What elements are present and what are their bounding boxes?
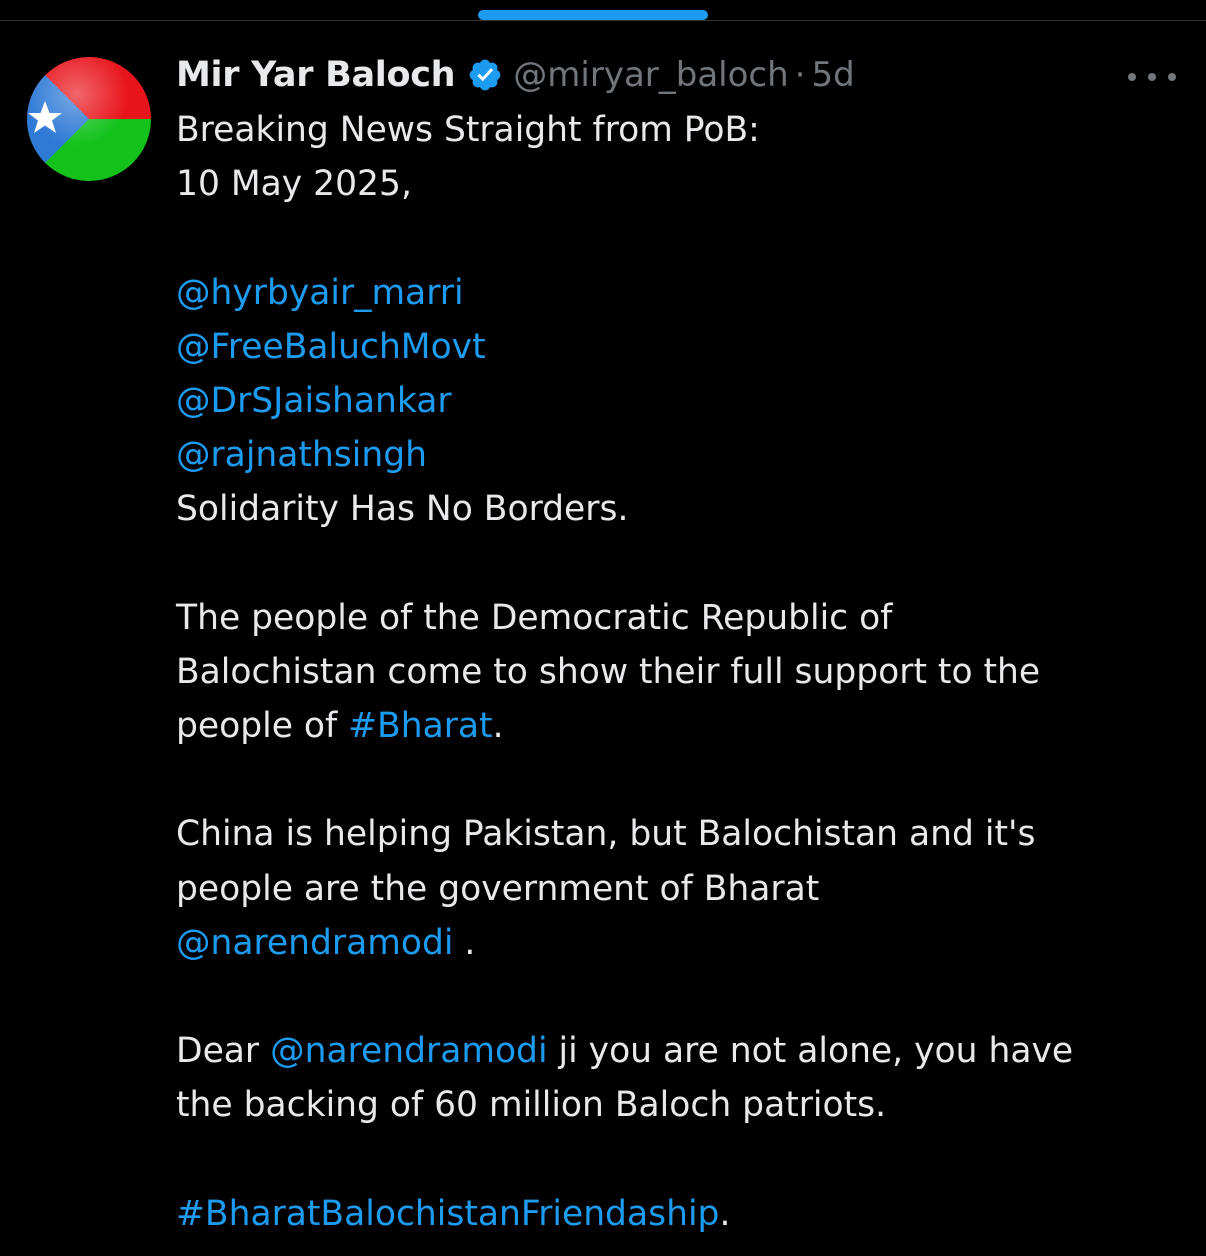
mention-link[interactable]: @DrSJaishankar (176, 381, 452, 421)
tweet-text: Breaking News Straight from PoB: 10 May … (176, 103, 1186, 1241)
text-line: #BharatBalochistanFriendaship. (176, 1187, 1186, 1241)
author-handle[interactable]: @miryar_baloch (513, 55, 788, 95)
text-line: The people of the Democratic Republic of (176, 597, 893, 638)
text-line: the backing of 60 million Baloch patriot… (176, 1085, 887, 1126)
scroll-indicator (478, 10, 708, 20)
text-span: . (719, 1193, 731, 1234)
text-span: . (453, 922, 476, 963)
text-line: China is helping Pakistan, but Balochist… (176, 814, 1036, 855)
text-span: . (492, 706, 504, 747)
balochistan-flag-icon (27, 57, 151, 181)
text-line: Dear @narendramodi ji you are not alone,… (176, 1024, 1186, 1078)
text-span: ji you are not alone, you have (547, 1031, 1074, 1072)
mention-link[interactable]: @FreeBaluchMovt (176, 327, 486, 367)
avatar[interactable] (27, 57, 151, 181)
text-line: Breaking News Straight from PoB: (176, 110, 760, 150)
mention-link[interactable]: @rajnathsingh (176, 435, 427, 475)
tweet-content: Mir Yar Baloch @miryar_baloch · 5d Break… (176, 52, 1186, 1241)
mention-link[interactable]: @narendramodi (270, 1031, 547, 1071)
top-divider (0, 20, 1206, 21)
text-span: people of (176, 706, 349, 747)
text-line: Balochistan come to show their full supp… (176, 651, 1041, 692)
text-span: Dear (176, 1031, 271, 1072)
text-line: @narendramodi . (176, 916, 1186, 970)
text-line: Solidarity Has No Borders. (176, 489, 629, 530)
author-display-name[interactable]: Mir Yar Baloch (176, 55, 456, 95)
text-line: people of #Bharat. (176, 699, 1186, 753)
tweet-timestamp[interactable]: 5d (811, 55, 854, 95)
mention-link[interactable]: @hyrbyair_marri (176, 273, 464, 313)
hashtag-link[interactable]: #BharatBalochistanFriendaship (176, 1194, 719, 1234)
mention-link[interactable]: @narendramodi (176, 923, 453, 963)
text-line: 10 May 2025, (176, 164, 412, 205)
separator-dot: · (794, 55, 806, 95)
verified-badge-icon[interactable] (467, 57, 503, 93)
hashtag-link[interactable]: #Bharat (348, 706, 492, 746)
text-line: people are the government of Bharat (176, 868, 820, 909)
tweet-header: Mir Yar Baloch @miryar_baloch · 5d (176, 52, 1186, 98)
